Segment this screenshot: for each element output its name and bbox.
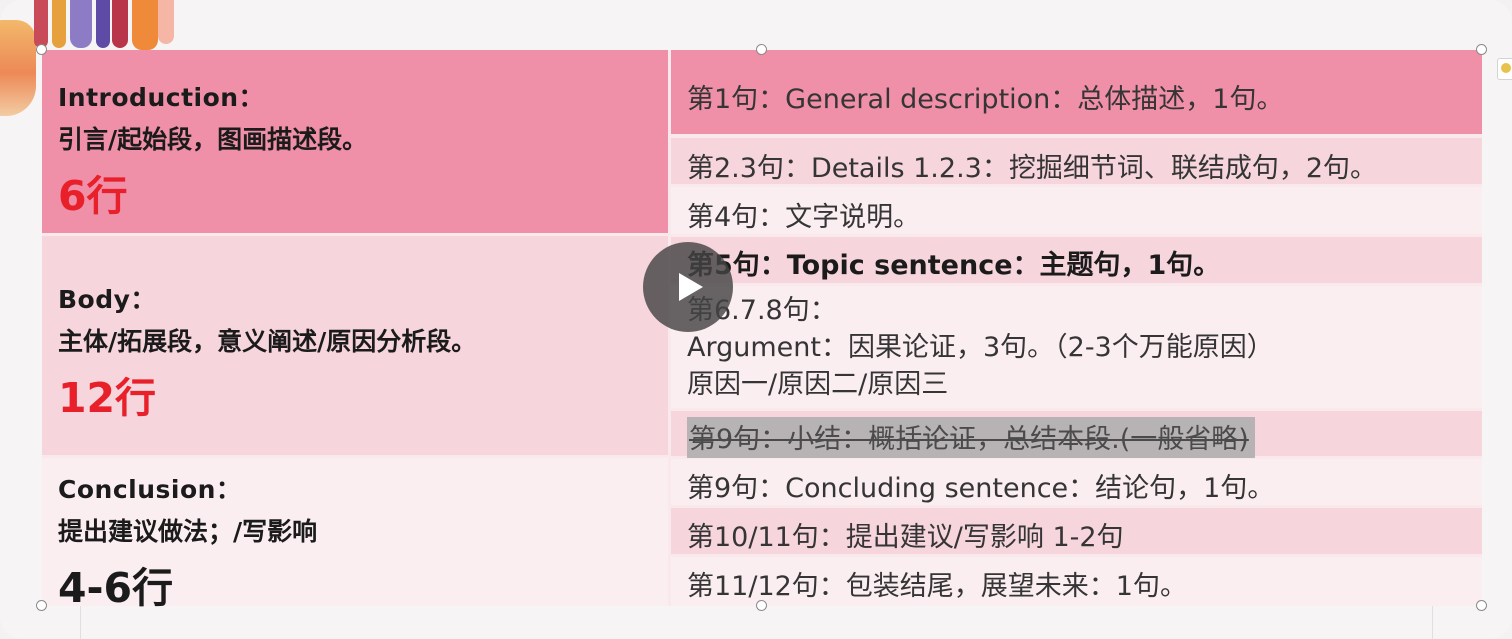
row-text: Argument：因果论证，3句。（2-3个万能原因） xyxy=(687,332,1274,363)
guide-line xyxy=(1432,606,1433,639)
section-line-count: 12行 xyxy=(58,374,157,422)
resize-handle-top-right[interactable] xyxy=(1476,44,1487,55)
row-text: 第11/12句：包装结尾，展望未来：1句。 xyxy=(687,571,1187,602)
section-line-count: 6行 xyxy=(58,172,128,220)
play-icon xyxy=(679,273,703,301)
row-text: 第9句：Concluding sentence：结论句，1句。 xyxy=(687,473,1275,504)
resize-handle-top[interactable] xyxy=(756,44,767,55)
struck-text: 第9句：小结：概括论证，总结本段.(一般省略) xyxy=(687,417,1255,458)
section-description: 主体/拓展段，意义阐述/原因分析段。 xyxy=(58,327,477,356)
intro-row: 第4句：文字说明。 xyxy=(671,187,1482,234)
section-line-count: 4-6行 xyxy=(58,564,174,612)
row-text: 第2.3句：Details 1.2.3：挖掘细节词、联结成句，2句。 xyxy=(687,153,1378,184)
resize-handle-bottom-left[interactable] xyxy=(36,600,47,611)
play-button[interactable] xyxy=(643,242,733,332)
slide-frame: Introduction： 引言/起始段，图画描述段。 6行 Body： 主体/… xyxy=(0,0,1512,639)
row-text: 第6.7.8句： xyxy=(687,295,837,326)
body-row-topic: 第5句：Topic sentence：主题句，1句。 xyxy=(671,237,1482,283)
writing-structure-table: Introduction： 引言/起始段，图画描述段。 6行 Body： 主体/… xyxy=(42,50,1482,612)
conclusion-row: 第9句：Concluding sentence：结论句，1句。 xyxy=(671,459,1482,505)
conclusion-row: 第10/11句：提出建议/写影响 1-2句 xyxy=(671,508,1482,554)
row-text: 第1句：General description：总体描述，1句。 xyxy=(687,84,1284,115)
guide-line xyxy=(80,606,81,639)
section-introduction: Introduction： 引言/起始段，图画描述段。 6行 xyxy=(42,50,668,233)
intro-row: 第2.3句：Details 1.2.3：挖掘细节词、联结成句，2句。 xyxy=(671,138,1482,184)
row-text: 原因一/原因二/原因三 xyxy=(687,369,949,400)
intro-row: 第1句：General description：总体描述，1句。 xyxy=(671,50,1482,134)
resize-handle-bottom-right[interactable] xyxy=(1476,600,1487,611)
row-text: 第5句：Topic sentence：主题句，1句。 xyxy=(687,250,1221,281)
resize-handle-top-left[interactable] xyxy=(36,44,47,55)
row-text: 第4句：文字说明。 xyxy=(687,202,921,233)
section-conclusion: Conclusion： 提出建议做法；/写影响 4-6行 xyxy=(42,458,668,612)
comment-icon[interactable] xyxy=(1497,58,1512,80)
section-title: Conclusion： xyxy=(58,475,242,504)
conclusion-row: 第11/12句：包装结尾，展望未来：1句。 xyxy=(671,557,1482,606)
body-row-struck: 第9句：小结：概括论证，总结本段.(一般省略) xyxy=(671,411,1482,458)
section-description: 提出建议做法；/写影响 xyxy=(58,517,318,546)
row-text: 第10/11句：提出建议/写影响 1-2句 xyxy=(687,522,1124,553)
section-description: 引言/起始段，图画描述段。 xyxy=(58,125,368,154)
body-row-argument: 第6.7.8句： Argument：因果论证，3句。（2-3个万能原因） 原因一… xyxy=(671,286,1482,408)
section-title: Introduction： xyxy=(58,83,265,112)
resize-handle-bottom[interactable] xyxy=(756,600,767,611)
section-body: Body： 主体/拓展段，意义阐述/原因分析段。 12行 xyxy=(42,236,668,455)
section-title: Body： xyxy=(58,285,156,314)
